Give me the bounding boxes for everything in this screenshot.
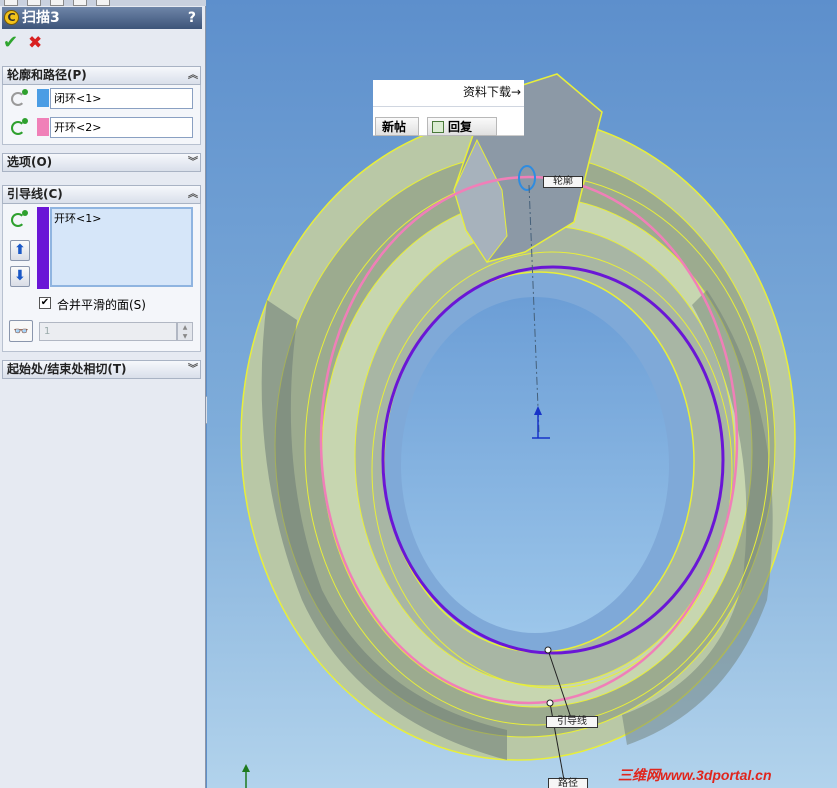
tangency-header[interactable]: 起始处/结束处相切(T) ︾	[2, 360, 201, 379]
new-post-button[interactable]: 新帖	[375, 117, 419, 136]
guide-curves-title: 引导线(C)	[7, 187, 63, 201]
glasses-icon[interactable]: 👓	[9, 320, 33, 342]
profile-callout[interactable]: 轮廓	[543, 176, 583, 188]
path-color-swatch	[37, 118, 49, 136]
view-triad-arrow-icon	[242, 764, 250, 772]
expand-chevron-icon[interactable]: ︾	[188, 154, 198, 171]
feature-tree-tab[interactable]	[4, 0, 18, 6]
guide-leader-dot	[544, 646, 552, 654]
divider	[373, 106, 524, 107]
profile-color-swatch	[37, 89, 49, 107]
profile-path-body: 闭环<1> 开环<2>	[2, 85, 201, 145]
guide-selector-icon	[9, 210, 31, 230]
reply-button[interactable]: 回复	[427, 117, 497, 136]
guide-callout[interactable]: 引导线	[546, 716, 598, 728]
cancel-button[interactable]: ✖	[28, 33, 44, 53]
move-down-button[interactable]: ⬇	[10, 266, 30, 287]
sweep-icon: C	[4, 10, 19, 25]
section-spin-input[interactable]: 1	[39, 322, 177, 341]
property-tab[interactable]	[27, 0, 41, 6]
path-field[interactable]: 开环<2>	[50, 117, 193, 138]
config-tab[interactable]	[50, 0, 64, 6]
download-link[interactable]: 资料下载→	[463, 83, 521, 100]
collapse-chevron-icon[interactable]: ︽	[188, 186, 198, 203]
guide-curves-header[interactable]: 引导线(C) ︽	[2, 185, 201, 204]
reply-icon	[432, 121, 444, 133]
graphics-viewport[interactable]: 资料下载→ 新帖 回复 轮廓 引导线 路径 三维网www.3dportal.cn	[207, 0, 837, 788]
options-header[interactable]: 选项(O) ︾	[2, 153, 201, 172]
expand-chevron-icon[interactable]: ︾	[188, 361, 198, 378]
profile-path-header[interactable]: 轮廓和路径(P) ︽	[2, 66, 201, 85]
profile-path-title: 轮廓和路径(P)	[7, 68, 87, 82]
help-icon[interactable]: ?	[188, 7, 196, 29]
feature-title-bar: C 扫描3 ?	[2, 7, 202, 29]
guide-curves-list[interactable]: 开环<1>	[50, 207, 193, 287]
options-title: 选项(O)	[7, 155, 53, 169]
merge-faces-label: 合并平滑的面(S)	[57, 298, 146, 312]
site-watermark: 三维网www.3dportal.cn	[618, 767, 772, 783]
profile-selector-icon	[9, 89, 31, 109]
path-leader-dot	[546, 699, 554, 707]
path-selector-icon	[9, 118, 31, 138]
collapse-chevron-icon[interactable]: ︽	[188, 67, 198, 84]
profile-field[interactable]: 闭环<1>	[50, 88, 193, 109]
guide-color-swatch	[37, 207, 49, 289]
guide-curves-body: 开环<1> ⬆ ⬇ ✔ 合并平滑的面(S) 👓 1 ▲ ▼	[2, 204, 201, 352]
property-manager-panel: C 扫描3 ? ✔ ✖ 轮廓和路径(P) ︽ 闭环<1> 开环<2> 选项(O)…	[0, 0, 206, 788]
feature-title: 扫描3	[22, 10, 60, 26]
panel-tab-strip[interactable]	[0, 0, 206, 6]
merge-faces-checkbox[interactable]: ✔	[39, 297, 51, 309]
path-callout[interactable]: 路径	[548, 778, 588, 788]
spin-stepper[interactable]: ▲ ▼	[177, 322, 193, 341]
reply-label: 回复	[448, 120, 473, 134]
dimxpert-tab[interactable]	[73, 0, 87, 6]
move-up-button[interactable]: ⬆	[10, 240, 30, 261]
hole-background	[401, 297, 669, 633]
forum-overlay: 资料下载→ 新帖 回复	[373, 80, 524, 136]
ok-button[interactable]: ✔	[3, 33, 21, 53]
tangency-title: 起始处/结束处相切(T)	[7, 362, 127, 376]
display-tab[interactable]	[96, 0, 110, 6]
list-item[interactable]: 开环<1>	[54, 210, 189, 226]
